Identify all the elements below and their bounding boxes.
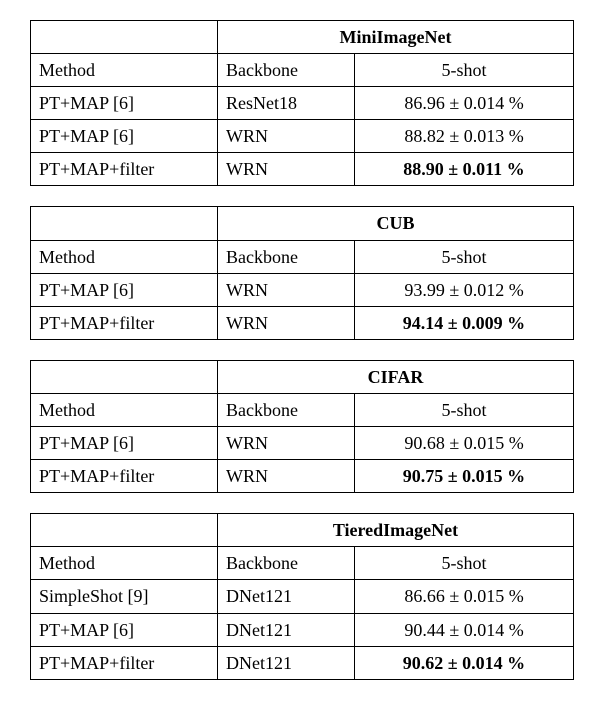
method-cell: PT+MAP+filter [31,153,218,186]
value-cell: 90.44 ± 0.014 % [355,613,574,646]
method-cell: PT+MAP+filter [31,646,218,679]
method-cell: SimpleShot [9] [31,580,218,613]
table-row: SimpleShot [9]DNet12186.66 ± 0.015 % [31,580,574,613]
dataset-title: CUB [218,207,574,240]
results-table: CUBMethodBackbone5-shotPT+MAP [6]WRN93.9… [30,206,574,339]
backbone-cell: WRN [218,427,355,460]
table-row: PT+MAP [6]DNet12190.44 ± 0.014 % [31,613,574,646]
blank-cell [31,21,218,54]
backbone-cell: WRN [218,460,355,493]
value-cell: 86.66 ± 0.015 % [355,580,574,613]
value-cell: 86.96 ± 0.014 % [355,87,574,120]
method-cell: PT+MAP [6] [31,427,218,460]
table-header-row: CIFAR [31,360,574,393]
table-subheader-row: MethodBackbone5-shot [31,240,574,273]
col-method-label: Method [31,240,218,273]
blank-cell [31,207,218,240]
table-row: PT+MAP [6]WRN88.82 ± 0.013 % [31,120,574,153]
backbone-cell: WRN [218,273,355,306]
value-cell: 88.90 ± 0.011 % [355,153,574,186]
col-backbone-label: Backbone [218,240,355,273]
backbone-cell: DNet121 [218,580,355,613]
tables-container: MiniImageNetMethodBackbone5-shotPT+MAP [… [30,20,574,680]
col-shot-label: 5-shot [355,393,574,426]
method-cell: PT+MAP [6] [31,87,218,120]
results-table: TieredImageNetMethodBackbone5-shotSimple… [30,513,574,679]
dataset-title: TieredImageNet [218,514,574,547]
backbone-cell: DNet121 [218,613,355,646]
table-row-last: PT+MAP+filterWRN94.14 ± 0.009 % [31,306,574,339]
dataset-title: MiniImageNet [218,21,574,54]
backbone-cell: ResNet18 [218,87,355,120]
results-table: MiniImageNetMethodBackbone5-shotPT+MAP [… [30,20,574,186]
col-shot-label: 5-shot [355,240,574,273]
method-cell: PT+MAP+filter [31,306,218,339]
table-header-row: TieredImageNet [31,514,574,547]
value-cell: 93.99 ± 0.012 % [355,273,574,306]
method-cell: PT+MAP [6] [31,273,218,306]
backbone-cell: WRN [218,120,355,153]
value-cell: 88.82 ± 0.013 % [355,120,574,153]
value-cell: 90.62 ± 0.014 % [355,646,574,679]
results-table: CIFARMethodBackbone5-shotPT+MAP [6]WRN90… [30,360,574,493]
table-row-last: PT+MAP+filterWRN90.75 ± 0.015 % [31,460,574,493]
backbone-cell: DNet121 [218,646,355,679]
col-shot-label: 5-shot [355,54,574,87]
col-method-label: Method [31,54,218,87]
table-row: PT+MAP [6]ResNet1886.96 ± 0.014 % [31,87,574,120]
col-backbone-label: Backbone [218,54,355,87]
col-method-label: Method [31,547,218,580]
table-row: PT+MAP [6]WRN90.68 ± 0.015 % [31,427,574,460]
table-subheader-row: MethodBackbone5-shot [31,393,574,426]
col-backbone-label: Backbone [218,393,355,426]
blank-cell [31,514,218,547]
table-header-row: MiniImageNet [31,21,574,54]
value-cell: 90.68 ± 0.015 % [355,427,574,460]
col-method-label: Method [31,393,218,426]
dataset-title: CIFAR [218,360,574,393]
table-row-last: PT+MAP+filterWRN88.90 ± 0.011 % [31,153,574,186]
method-cell: PT+MAP+filter [31,460,218,493]
table-subheader-row: MethodBackbone5-shot [31,54,574,87]
backbone-cell: WRN [218,153,355,186]
blank-cell [31,360,218,393]
col-backbone-label: Backbone [218,547,355,580]
value-cell: 94.14 ± 0.009 % [355,306,574,339]
table-row: PT+MAP [6]WRN93.99 ± 0.012 % [31,273,574,306]
method-cell: PT+MAP [6] [31,120,218,153]
table-header-row: CUB [31,207,574,240]
method-cell: PT+MAP [6] [31,613,218,646]
col-shot-label: 5-shot [355,547,574,580]
table-row-last: PT+MAP+filterDNet12190.62 ± 0.014 % [31,646,574,679]
backbone-cell: WRN [218,306,355,339]
table-subheader-row: MethodBackbone5-shot [31,547,574,580]
value-cell: 90.75 ± 0.015 % [355,460,574,493]
